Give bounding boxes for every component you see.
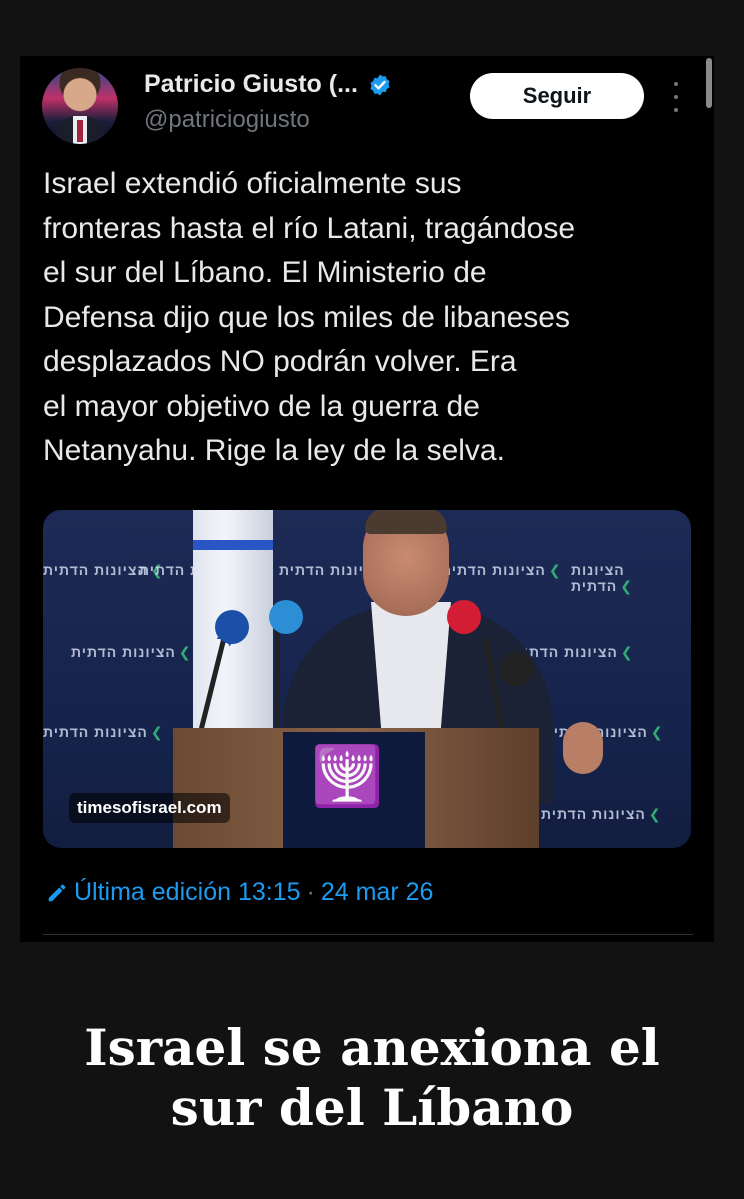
edit-history-row[interactable]: Última edición 13:15 · 24 mar 26 (46, 878, 433, 907)
caption-line: sur del Líbano (170, 1078, 574, 1137)
microphone-icon (215, 610, 249, 644)
tweet-media-image[interactable]: הציונות הדתית הציונות הדתית הציונות הדתי… (43, 510, 691, 848)
verified-badge-icon (370, 74, 390, 95)
backdrop-logo: הציונות הדתית (543, 724, 664, 741)
avatar[interactable] (42, 68, 118, 144)
scrollbar[interactable] (706, 58, 712, 108)
tweet-text-line: el sur del Líbano. El Ministerio de (43, 256, 487, 289)
media-watermark: timesofisrael.com (69, 793, 230, 823)
tweet-text: Israel extendió oficialmente sus fronter… (43, 162, 693, 474)
backdrop-logo: הציונות הדתית (441, 562, 562, 579)
author-handle[interactable]: @patriciogiusto (144, 106, 310, 134)
story-caption: Israel se anexiona el sur del Líbano (0, 1018, 744, 1138)
tweet-card: Patricio Giusto (... @patriciogiusto Seg… (20, 56, 714, 942)
backdrop-logo: הציונות הדתית (571, 562, 691, 595)
menorah-icon: 🕎 (311, 744, 384, 809)
backdrop-logo: הציונות הדתית (43, 724, 164, 741)
edit-separator: · (306, 878, 315, 906)
edit-label[interactable]: Última edición 13:15 (74, 878, 301, 907)
flag-stripe (193, 540, 273, 550)
microphone-icon (447, 600, 481, 634)
backdrop-logo: הציונות הדתית (541, 806, 662, 823)
microphone-icon (269, 600, 303, 634)
tweet-text-line: desplazados NO podrán volver. Era (43, 345, 517, 378)
backdrop-logo: הציונות הדתית (71, 644, 192, 661)
tweet-text-line: Netanyahu. Rige la ley de la selva. (43, 434, 505, 467)
divider (43, 934, 693, 935)
tweet-text-line: Israel extendió oficialmente sus (43, 167, 462, 200)
edit-date[interactable]: 24 mar 26 (321, 878, 434, 907)
pencil-icon (48, 884, 66, 901)
tweet-text-line: Defensa dijo que los miles de libaneses (43, 300, 570, 334)
tweet-text-line: fronteras hasta el río Latani, tragándos… (43, 211, 576, 245)
tweet-text-line: el mayor objetivo de la guerra de (43, 389, 480, 423)
speaker-hand (563, 722, 603, 774)
speaker-hair (365, 510, 447, 534)
follow-button[interactable]: Seguir (470, 73, 644, 119)
more-vertical-icon[interactable] (670, 82, 682, 112)
author-name-row: Patricio Giusto (... (144, 70, 392, 99)
caption-line: Israel se anexiona el (84, 1018, 660, 1077)
author-display-name[interactable]: Patricio Giusto (... (144, 70, 358, 99)
microphone-icon (499, 652, 533, 686)
